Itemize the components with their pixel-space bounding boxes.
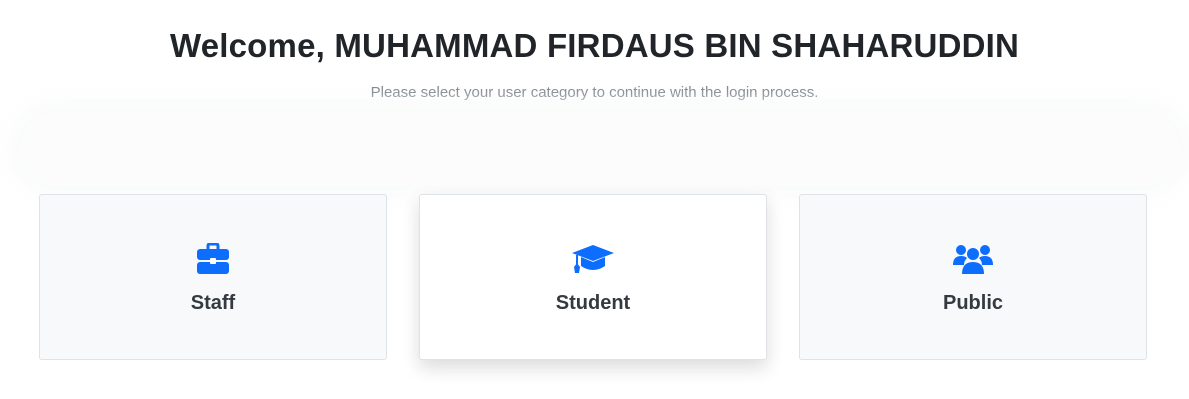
category-card-public[interactable]: Public xyxy=(799,194,1147,360)
briefcase-icon xyxy=(40,242,386,276)
page-subtitle: Please select your user category to cont… xyxy=(370,84,819,101)
decorative-band xyxy=(20,112,1180,186)
page-title: Welcome, MUHAMMAD FIRDAUS BIN SHAHARUDDI… xyxy=(169,27,1020,64)
category-card-student[interactable]: Student xyxy=(419,194,767,360)
category-label-public: Public xyxy=(942,292,1003,314)
category-card-staff[interactable]: Staff xyxy=(39,194,387,360)
category-label-student: Student xyxy=(555,292,631,314)
login-category-page: Welcome, MUHAMMAD FIRDAUS BIN SHAHARUDDI… xyxy=(0,0,1189,399)
graduation-cap-icon xyxy=(420,242,766,276)
category-label-staff: Staff xyxy=(190,292,236,314)
users-icon xyxy=(800,242,1146,276)
